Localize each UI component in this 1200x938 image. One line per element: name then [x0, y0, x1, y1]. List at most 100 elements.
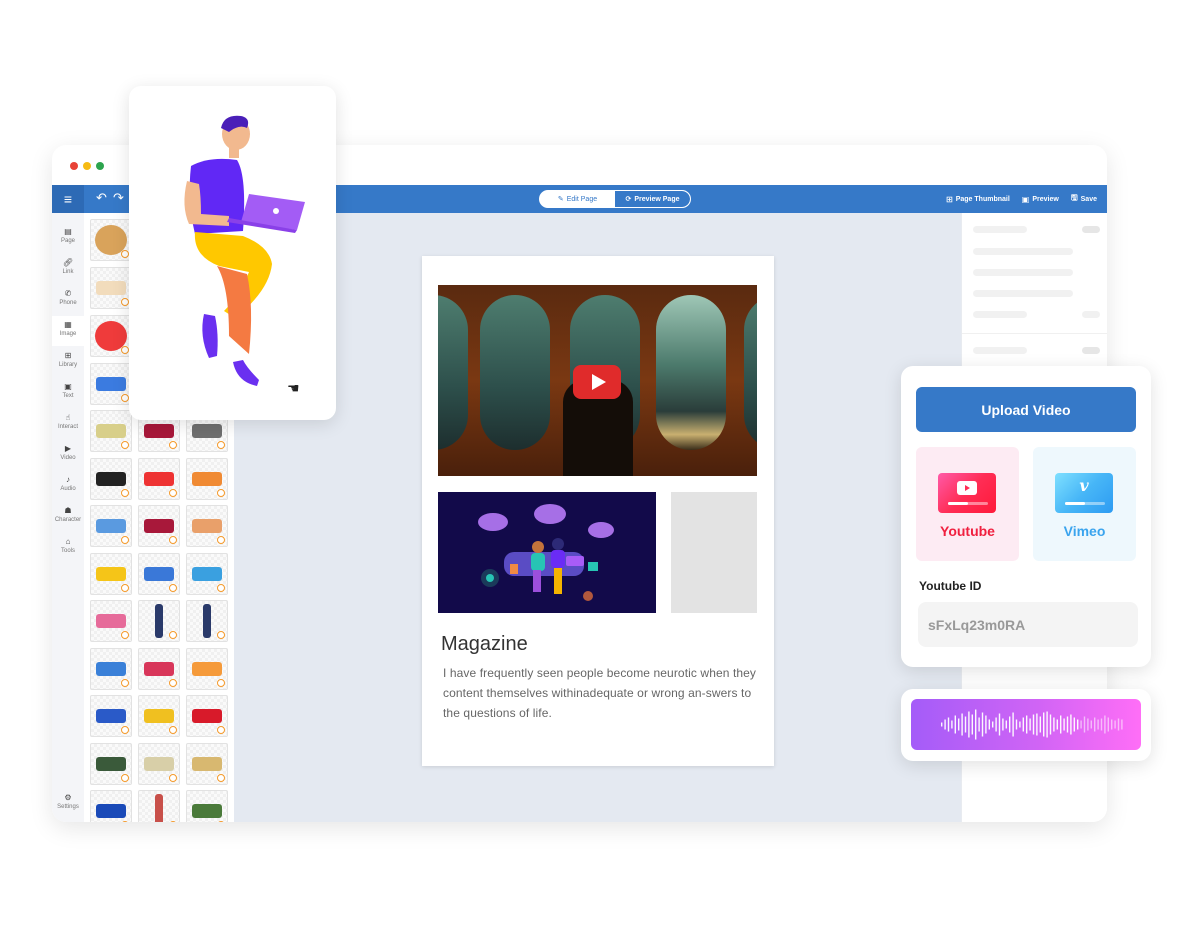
audio-card	[901, 689, 1151, 761]
asset-tile-red-car[interactable]	[138, 647, 180, 690]
nav-item-interact[interactable]: ☝ Interact	[52, 409, 84, 439]
asset-tile-hand-truck[interactable]	[138, 742, 180, 785]
red-car-icon	[144, 661, 174, 676]
nav-item-video[interactable]: ▶ Video	[52, 440, 84, 470]
skeleton-line	[973, 226, 1027, 233]
mode-toggle: ✎ Edit Page ⟳ Preview Page	[539, 190, 691, 208]
asset-tile-blue-truck[interactable]	[90, 647, 132, 690]
page-body-text[interactable]: I have frequently seen people become neu…	[443, 663, 758, 723]
waveform-bar	[1083, 716, 1086, 733]
asset-tile-limousine[interactable]	[90, 410, 132, 452]
asset-tile-police-car[interactable]	[90, 457, 132, 500]
asset-tile-cookie[interactable]	[90, 219, 132, 261]
placeholder-block[interactable]	[671, 492, 757, 613]
premium-crown-icon	[121, 441, 129, 449]
asset-tile-school-bus[interactable]	[90, 552, 132, 595]
waveform-bar	[1056, 719, 1058, 730]
play-icon[interactable]	[573, 365, 621, 399]
asset-tile-boat[interactable]	[138, 790, 180, 822]
skeleton-toggle	[1082, 226, 1100, 233]
asset-tile-tank[interactable]	[186, 790, 228, 822]
asset-tile-flatbed-truck[interactable]	[138, 552, 180, 595]
waveform-bar	[1073, 717, 1075, 732]
upload-video-button[interactable]: Upload Video	[916, 387, 1136, 432]
audio-waveform[interactable]	[911, 699, 1141, 750]
preview-page-tab[interactable]: ⟳ Preview Page	[615, 191, 690, 207]
nav-item-phone[interactable]: ✆ Phone	[52, 285, 84, 315]
asset-tile-traffic-light[interactable]	[138, 600, 180, 642]
save-button[interactable]: 🖫 Save	[1071, 192, 1097, 206]
redo-icon[interactable]: ↷	[113, 190, 124, 206]
asset-tile-golf-cart[interactable]	[90, 695, 132, 737]
waveform-bar	[951, 720, 953, 729]
premium-crown-icon	[169, 821, 177, 822]
waveform-bar	[978, 717, 980, 732]
preview-button[interactable]: ▣ Preview	[1022, 195, 1059, 204]
asset-tile-cargo-ship[interactable]	[90, 600, 132, 642]
character-card[interactable]: ☚	[129, 86, 336, 420]
waveform-bar	[998, 713, 1001, 736]
nav-item-image[interactable]: ▦ Image	[52, 316, 84, 346]
nav-item-settings[interactable]: ⚙ Settings	[52, 789, 84, 819]
asset-tile-police-car-2[interactable]	[90, 790, 132, 822]
asset-tile-orange-van[interactable]	[186, 457, 228, 500]
asset-tile-scooter-rider[interactable]	[90, 363, 132, 405]
asset-tile-red-circle[interactable]	[90, 315, 132, 357]
waveform-bar	[1043, 712, 1045, 737]
asset-tile-orange-truck[interactable]	[186, 647, 228, 690]
vimeo-source-option[interactable]: v Vimeo	[1033, 447, 1136, 561]
nav-label: Link	[62, 269, 74, 275]
video-thumbnail[interactable]	[438, 285, 757, 476]
page-thumbnail-button[interactable]: ⊞ Page Thumbnail	[946, 195, 1010, 204]
nav-label: Phone	[59, 300, 77, 306]
nav-item-page[interactable]: ▤ Page	[52, 223, 84, 253]
waveform-bar	[1087, 718, 1089, 731]
asset-tile-food-cart[interactable]	[138, 695, 180, 737]
minimize-window-button[interactable]	[83, 162, 91, 170]
asset-tile-luggage-cart[interactable]	[186, 742, 228, 785]
premium-crown-icon	[169, 488, 177, 497]
asset-tile-jeep[interactable]	[90, 742, 132, 785]
waveform-bar	[954, 715, 956, 734]
ambulance-icon	[144, 471, 174, 486]
youtube-label: Youtube	[940, 523, 995, 539]
waveform-bar	[1100, 718, 1103, 731]
asset-tile-blue-sedan[interactable]	[186, 552, 228, 595]
asset-tile-train[interactable]	[90, 505, 132, 547]
waveform-bar	[1039, 716, 1041, 733]
youtube-play-glyph	[957, 481, 977, 495]
sand-pile-icon	[96, 281, 126, 295]
asset-tile-sand-pile[interactable]	[90, 267, 132, 309]
nav-item-audio[interactable]: ♪ Audio	[52, 471, 84, 501]
nav-item-text[interactable]: ▣ Text	[52, 378, 84, 408]
waveform-bar	[988, 719, 990, 730]
maximize-window-button[interactable]	[96, 162, 104, 170]
youtube-source-option[interactable]: Youtube	[916, 447, 1019, 561]
nav-item-tools[interactable]: ⌂ Tools	[52, 533, 84, 563]
menu-button[interactable]: ≡	[52, 185, 84, 213]
waveform-bar	[1012, 712, 1014, 737]
magazine-page[interactable]: Magazine I have frequently seen people b…	[422, 256, 774, 766]
asset-tile-race-car[interactable]	[186, 695, 228, 737]
illustration-image[interactable]	[438, 492, 656, 613]
traffic-light-icon	[155, 604, 163, 638]
asset-tile-delivery-scooter[interactable]	[138, 505, 180, 547]
asset-tile-traffic-light-2[interactable]	[186, 600, 228, 642]
asset-tile-ambulance[interactable]	[138, 457, 180, 500]
asset-tile-box-truck[interactable]	[186, 505, 228, 547]
waveform-bar	[975, 709, 977, 740]
waveform-bar	[1094, 717, 1096, 732]
nav-item-character[interactable]: ☗ Character	[52, 502, 84, 532]
youtube-id-input[interactable]	[918, 602, 1138, 647]
close-window-button[interactable]	[70, 162, 78, 170]
premium-crown-icon	[169, 583, 177, 592]
undo-icon[interactable]: ↶	[96, 190, 107, 206]
save-icon: 🖫	[1070, 193, 1078, 202]
waveform-bar	[1002, 718, 1004, 731]
nav-item-library[interactable]: ⊞ Library	[52, 347, 84, 377]
edit-page-tab[interactable]: ✎ Edit Page	[540, 191, 615, 207]
page-title[interactable]: Magazine	[441, 633, 528, 656]
nav-label: Settings	[57, 804, 79, 810]
nav-item-link[interactable]: 🔗︎ Link	[52, 254, 84, 284]
waveform-bar	[947, 717, 950, 732]
